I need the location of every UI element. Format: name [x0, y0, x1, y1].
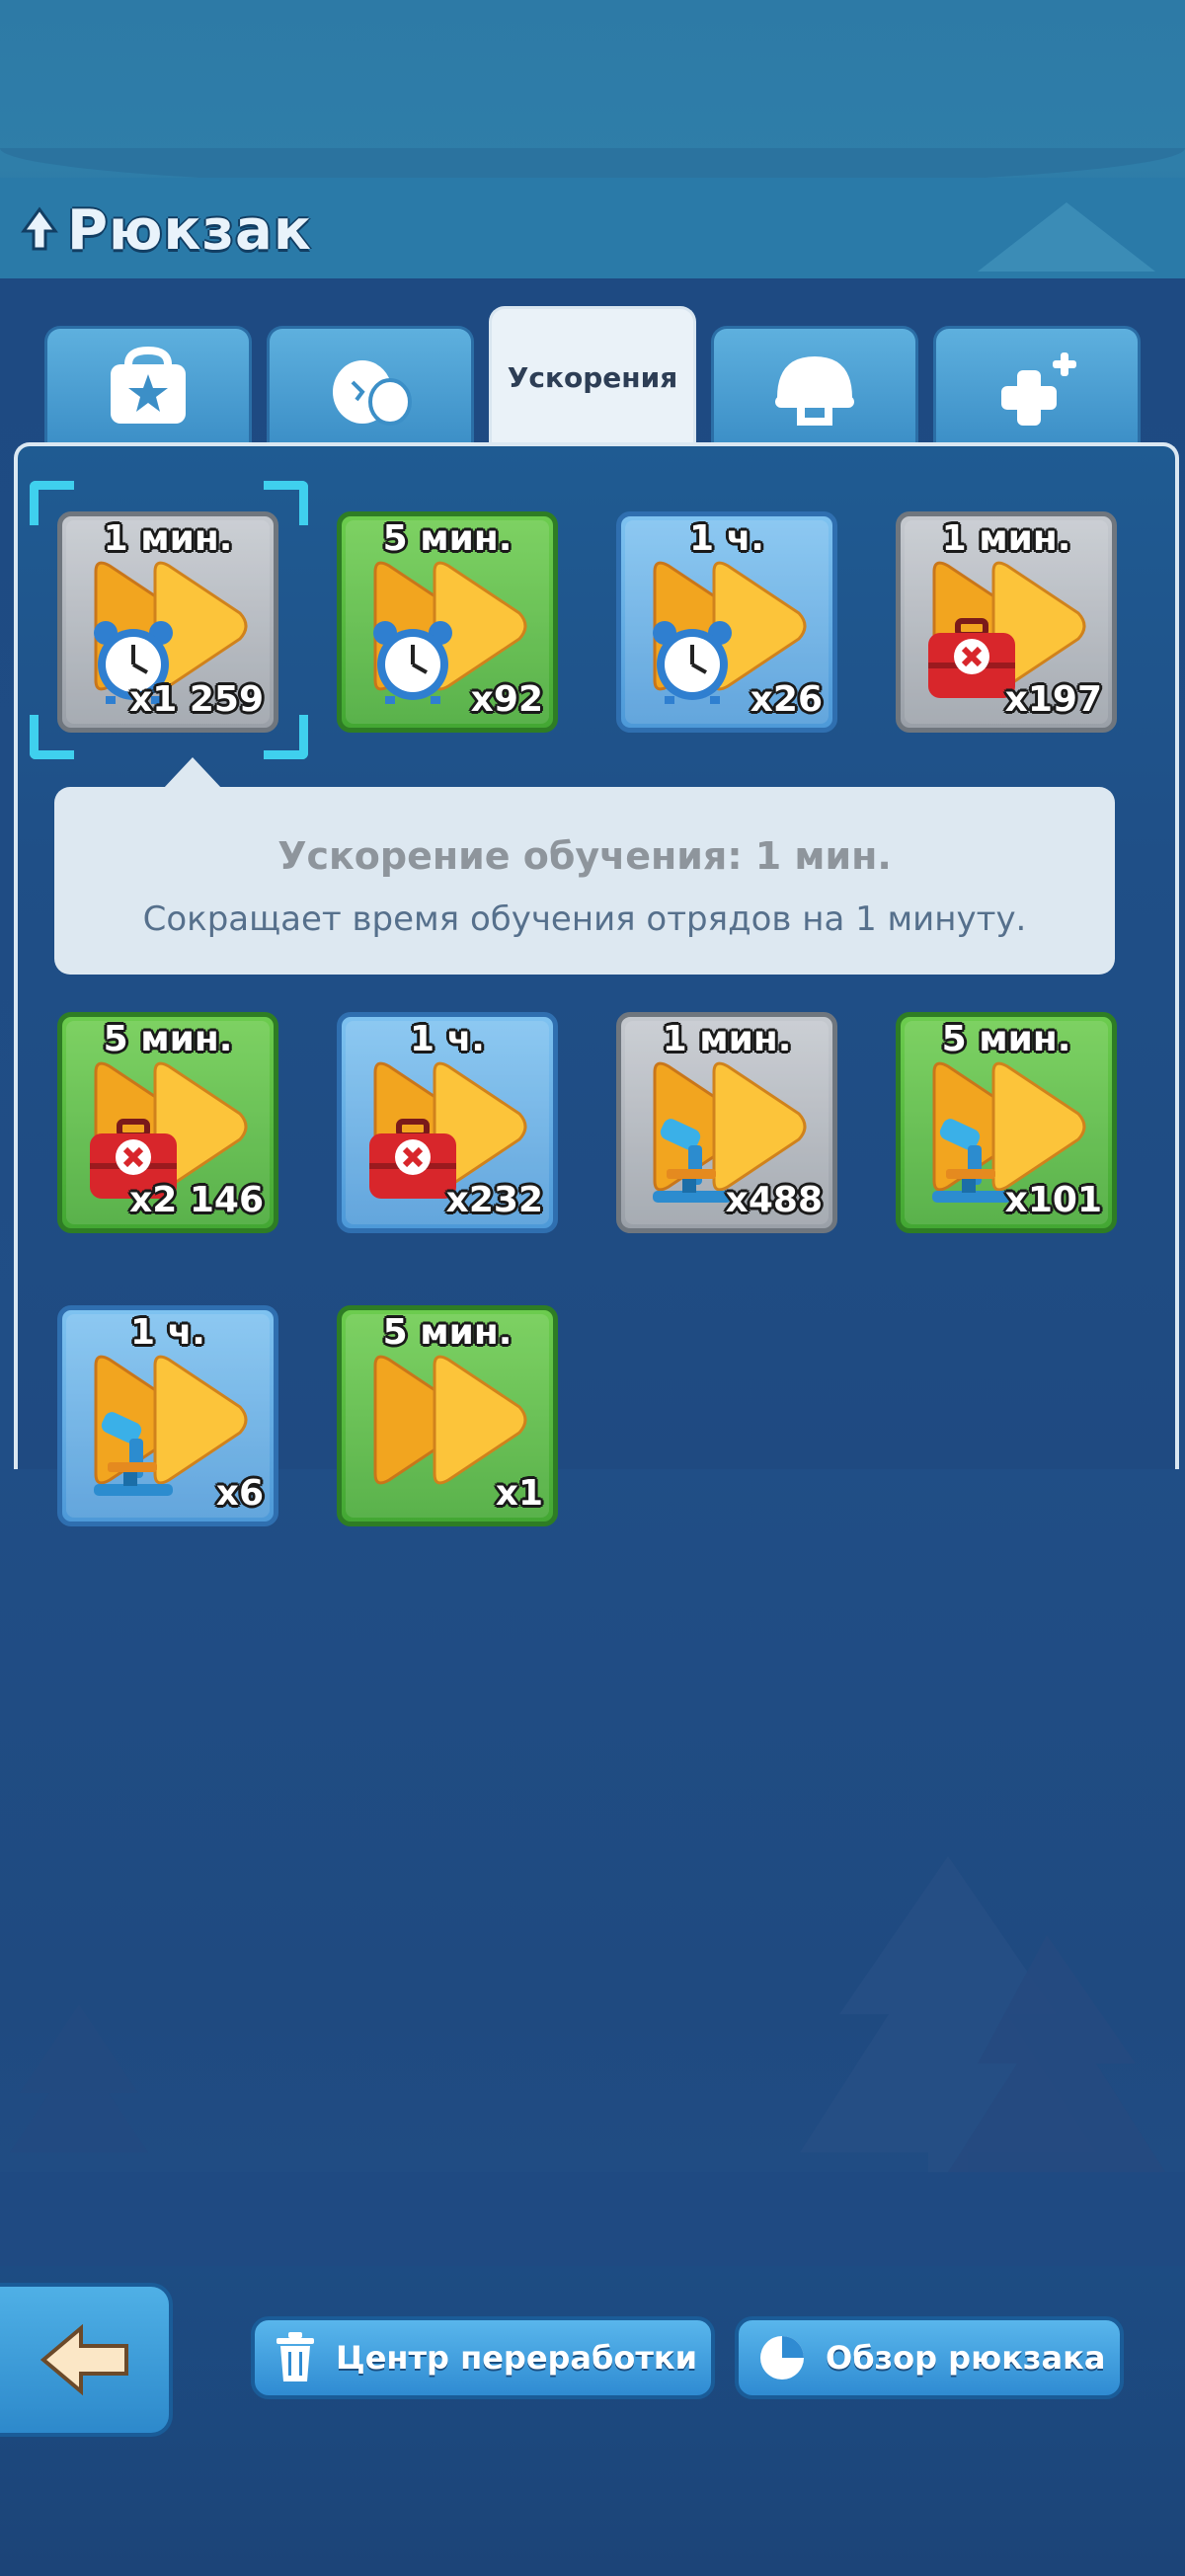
helmet-icon — [775, 355, 854, 426]
item-count: x488 — [725, 1180, 823, 1220]
background-trees — [0, 1856, 1185, 2271]
item-slot[interactable]: 1 ч. x6 — [57, 1305, 278, 1526]
item-slot[interactable]: 5 мин. x2 146 — [57, 1012, 278, 1233]
item-slot[interactable]: 5 мин. x101 — [896, 1012, 1117, 1233]
item-count: x6 — [215, 1473, 264, 1514]
item-duration: 5 мин. — [103, 1019, 233, 1059]
egg-icon — [333, 359, 412, 426]
speedup-arrows-icon — [365, 1346, 539, 1494]
tooltip-description: Сокращает время обучения отрядов на 1 ми… — [142, 899, 1027, 939]
back-button[interactable] — [0, 2283, 173, 2437]
selection-frame — [30, 481, 308, 759]
tab-speedups[interactable]: Ускорения — [489, 306, 696, 446]
tree-icon — [20, 205, 59, 255]
page-title: Рюкзак — [67, 197, 312, 263]
item-count: x92 — [470, 679, 543, 720]
plus-icon — [1001, 351, 1076, 426]
item-slot[interactable]: 5 мин. x92 — [337, 511, 558, 733]
item-duration: 1 мин. — [941, 518, 1071, 559]
item-slot[interactable]: 5 мин. x1 — [337, 1305, 558, 1526]
item-count: x101 — [1004, 1180, 1102, 1220]
item-count: x232 — [445, 1180, 543, 1220]
tooltip-title: Ускорение обучения: 1 мин. — [277, 834, 892, 878]
item-duration: 1 ч. — [130, 1312, 205, 1353]
item-slot[interactable]: 1 мин. x197 — [896, 511, 1117, 733]
item-count: x2 146 — [129, 1180, 264, 1220]
tab-eggs[interactable] — [267, 326, 474, 444]
microscope-icon — [84, 1409, 183, 1498]
bottom-bar — [0, 2266, 1185, 2576]
pie-chart-icon — [760, 2336, 804, 2380]
recycle-center-button[interactable]: Центр переработки — [251, 2316, 715, 2399]
item-duration: 5 мин. — [382, 518, 513, 559]
item-duration: 1 ч. — [410, 1019, 485, 1059]
item-count: x26 — [750, 679, 823, 720]
backpack-overview-button[interactable]: Обзор рюкзака — [735, 2316, 1124, 2399]
item-duration: 1 мин. — [662, 1019, 792, 1059]
item-count: x197 — [1004, 679, 1102, 720]
item-duration: 5 мин. — [382, 1312, 513, 1353]
alarm-clock-icon — [363, 615, 462, 704]
header-mountain-decoration — [978, 202, 1155, 272]
tab-speedups-label: Ускорения — [507, 361, 678, 394]
tab-resources[interactable] — [44, 326, 252, 444]
alarm-clock-icon — [643, 615, 742, 704]
item-slot[interactable]: 1 ч. x26 — [616, 511, 837, 733]
item-duration: 1 ч. — [689, 518, 764, 559]
item-tooltip: Ускорение обучения: 1 мин. Сокращает вре… — [54, 757, 1115, 975]
item-slot[interactable]: 1 ч. x232 — [337, 1012, 558, 1233]
tab-buffs[interactable] — [933, 326, 1141, 444]
tab-equipment[interactable] — [711, 326, 918, 444]
bag-icon — [111, 346, 186, 424]
back-arrow-icon — [40, 2323, 128, 2396]
tab-bar: Ускорения — [44, 306, 1141, 446]
trash-icon — [276, 2332, 314, 2381]
header: Рюкзак — [20, 195, 312, 265]
item-count: x1 — [495, 1473, 543, 1514]
item-duration: 5 мин. — [941, 1019, 1071, 1059]
recycle-center-label: Центр переработки — [336, 2339, 698, 2377]
backpack-overview-label: Обзор рюкзака — [826, 2339, 1106, 2377]
item-slot[interactable]: 1 мин. x488 — [616, 1012, 837, 1233]
